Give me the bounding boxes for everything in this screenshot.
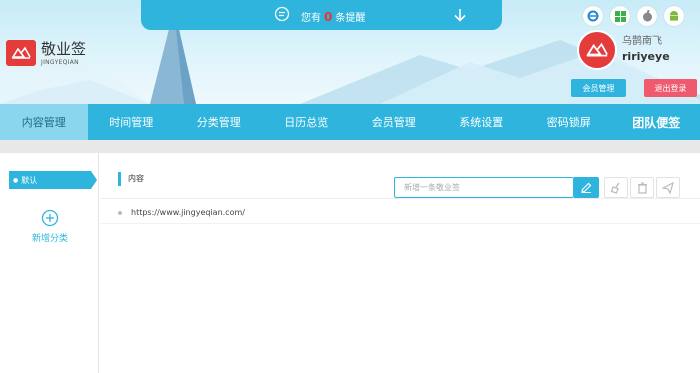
bullet-icon [118, 210, 122, 215]
main-nav: 内容管理 时间管理 分类管理 日历总览 会员管理 系统设置 密码锁屏 团队便签 [0, 104, 700, 140]
add-category-button[interactable]: 新增分类 [20, 209, 80, 244]
user-username: ririyeye [622, 50, 670, 63]
notification-text: 您有 0 条提醒 [301, 10, 366, 24]
nav-item-settings[interactable]: 系统设置 [438, 104, 526, 140]
apple-icon[interactable] [637, 6, 657, 26]
bullet-icon: ● [13, 176, 19, 184]
section-divider [0, 140, 700, 153]
nav-item-category[interactable]: 分类管理 [175, 104, 263, 140]
note-text: https://www.jingyeqian.com/ [131, 208, 245, 217]
app-logo[interactable]: 敬业签 JINGYEQIAN [6, 40, 86, 66]
logout-button[interactable]: 退出登录 [644, 79, 697, 97]
plus-circle-icon [41, 209, 59, 227]
user-avatar[interactable] [577, 30, 617, 70]
notification-bar[interactable]: 您有 0 条提醒 [141, 0, 502, 30]
trash-icon [637, 181, 647, 194]
header-banner: 您有 0 条提醒 敬业签 JINGYEQIAN 乌鹊南飞 ririyeye 会员… [0, 0, 700, 104]
nav-item-time[interactable]: 时间管理 [88, 104, 176, 140]
android-icon[interactable] [664, 6, 684, 26]
content-panel: 内容 新增一条敬业签 https://www.jingyeqian.com/ [100, 153, 700, 373]
nav-item-member[interactable]: 会员管理 [350, 104, 438, 140]
edit-button[interactable] [574, 177, 599, 198]
delete-button[interactable] [630, 177, 654, 198]
send-icon [662, 181, 674, 194]
message-icon [274, 6, 290, 22]
new-note-field[interactable] [394, 177, 574, 198]
pencil-icon [581, 182, 592, 193]
send-button[interactable] [656, 177, 680, 198]
nav-item-calendar[interactable]: 日历总览 [263, 104, 351, 140]
logo-badge-icon [6, 40, 36, 66]
new-note-input[interactable] [404, 183, 573, 192]
app-window: 您有 0 条提醒 敬业签 JINGYEQIAN 乌鹊南飞 ririyeye 会员… [0, 0, 700, 373]
member-management-button[interactable]: 会员管理 [571, 79, 626, 97]
logo-name: 敬业签 [41, 39, 87, 58]
clean-button[interactable] [604, 177, 628, 198]
content-title: 内容 [118, 172, 144, 186]
windows-icon[interactable] [610, 6, 630, 26]
platform-download-icons [583, 6, 684, 26]
category-sidebar: ● 默认 新增分类 [0, 153, 99, 373]
nav-item-team-notes[interactable]: 团队便签 [613, 104, 700, 140]
list-divider [100, 223, 700, 224]
logo-subtitle: JINGYEQIAN [41, 58, 79, 66]
category-item-default[interactable]: ● 默认 [9, 171, 97, 189]
notification-count: 0 [324, 10, 333, 24]
nav-item-content[interactable]: 内容管理 [0, 104, 88, 140]
add-category-label: 新增分类 [31, 234, 68, 244]
arrow-down-icon[interactable] [453, 7, 467, 23]
content-toolbar: 内容 [100, 163, 700, 199]
ie-icon[interactable] [583, 6, 603, 26]
nav-item-lock-screen[interactable]: 密码锁屏 [525, 104, 613, 140]
list-item[interactable]: https://www.jingyeqian.com/ [118, 208, 245, 217]
category-label: 默认 [21, 175, 38, 185]
user-display-name: 乌鹊南飞 [622, 36, 662, 47]
broom-icon [610, 182, 620, 194]
